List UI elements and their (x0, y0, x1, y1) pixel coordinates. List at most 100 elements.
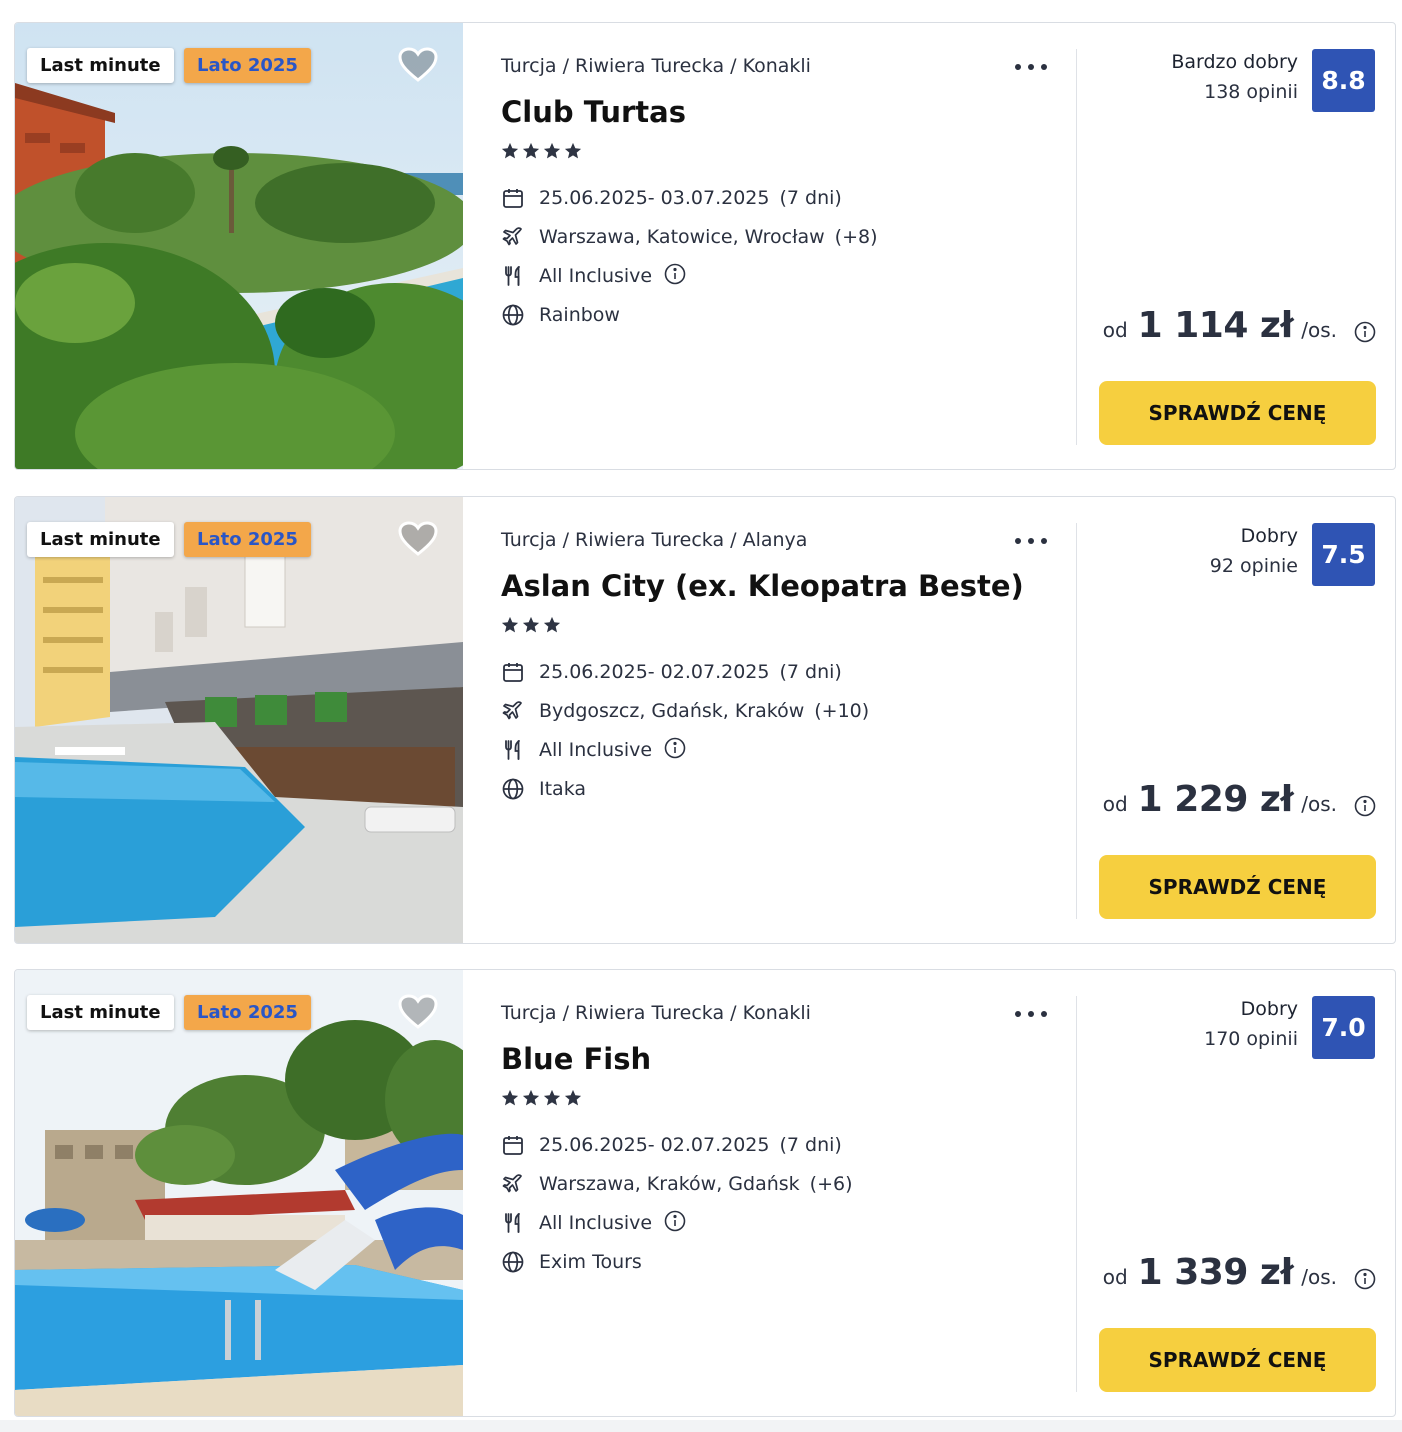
price: od 1 114 zł/os. (1103, 305, 1337, 349)
offer-card[interactable]: Last minute Lato 2025 Turcja / Riwiera T… (14, 22, 1396, 470)
hotel-photo[interactable] (15, 970, 463, 1416)
globe-icon (502, 1251, 524, 1273)
price-prefix: od (1102, 792, 1128, 816)
location-breadcrumb[interactable]: Turcja / Riwiera Turecka / Alanya (501, 529, 807, 551)
heart-icon[interactable] (398, 994, 438, 1030)
duration-text: (7 dni) (779, 661, 842, 683)
duration-text: (7 dni) (779, 187, 842, 209)
price-prefix: od (1102, 318, 1128, 342)
offer-info: Turcja / Riwiera Turecka / Alanya Aslan … (501, 497, 1061, 943)
rating-score-badge: 7.5 (1312, 523, 1375, 586)
airports-text: Bydgoszcz, Gdańsk, Kraków (539, 700, 805, 722)
star-rating (501, 1089, 585, 1107)
season-badge: Lato 2025 (184, 522, 311, 557)
review-count[interactable]: 138 opinii (1204, 81, 1298, 103)
info-icon[interactable] (1354, 795, 1376, 817)
duration-text: (7 dni) (779, 1134, 842, 1156)
board-text: All Inclusive (539, 1212, 653, 1234)
operator-text: Itaka (539, 778, 587, 800)
more-dots-icon[interactable] (1011, 53, 1051, 77)
plane-icon (502, 701, 522, 720)
airports-text: Warszawa, Katowice, Wrocław (539, 226, 825, 248)
airports-text: Warszawa, Kraków, Gdańsk (539, 1173, 800, 1195)
hotel-photo[interactable] (15, 23, 463, 469)
check-price-button[interactable]: SPRAWDŹ CENĘ (1099, 1328, 1376, 1392)
location-breadcrumb[interactable]: Turcja / Riwiera Turecka / Konakli (501, 55, 811, 77)
more-dots-icon[interactable] (1011, 1000, 1051, 1024)
info-icon[interactable] (664, 263, 686, 285)
more-dots-icon[interactable] (1011, 527, 1051, 551)
operator-text: Rainbow (539, 304, 620, 326)
star-icon (501, 616, 519, 633)
price-amount: 1 114 zł (1137, 305, 1294, 346)
calendar-icon (503, 1136, 523, 1155)
rating-score-badge: 8.8 (1312, 49, 1375, 112)
cutlery-icon (505, 1213, 520, 1233)
page-background-strip (0, 1420, 1402, 1432)
cutlery-icon (505, 740, 520, 760)
offer-info: Turcja / Riwiera Turecka / Konakli Club … (501, 23, 1061, 469)
info-icon[interactable] (664, 1210, 686, 1232)
hotel-name[interactable]: Club Turtas (501, 95, 686, 129)
dates-text: 25.06.2025- 03.07.2025 (539, 187, 770, 209)
star-icon (564, 142, 582, 159)
cutlery-icon (505, 266, 520, 286)
airports-more[interactable]: (+6) (810, 1173, 853, 1195)
last-minute-badge: Last minute (27, 522, 174, 557)
calendar-icon (503, 663, 523, 682)
last-minute-badge: Last minute (27, 995, 174, 1030)
divider (1076, 996, 1077, 1392)
star-icon (501, 142, 519, 159)
season-badge: Lato 2025 (184, 48, 311, 83)
heart-icon[interactable] (398, 47, 438, 83)
hotel-photo[interactable] (15, 497, 463, 943)
heart-icon[interactable] (398, 521, 438, 557)
operator-text: Exim Tours (539, 1251, 642, 1273)
plane-icon (502, 1174, 522, 1193)
check-price-button[interactable]: SPRAWDŹ CENĘ (1099, 855, 1376, 919)
offer-card[interactable]: Last minute Lato 2025 Turcja / Riwiera T… (14, 969, 1396, 1417)
airports-more[interactable]: (+10) (814, 700, 869, 722)
star-icon (564, 1089, 582, 1106)
board-text: All Inclusive (539, 265, 653, 287)
plane-icon (502, 227, 522, 246)
info-icon[interactable] (1354, 1268, 1376, 1290)
price-suffix: /os. (1301, 318, 1337, 342)
hotel-name[interactable]: Blue Fish (501, 1042, 651, 1076)
rating-label: Dobry (1240, 525, 1298, 547)
offer-info: Turcja / Riwiera Turecka / Konakli Blue … (501, 970, 1061, 1416)
globe-icon (502, 304, 524, 326)
star-icon (501, 1089, 519, 1106)
rating-label: Dobry (1240, 998, 1298, 1020)
divider (1076, 523, 1077, 919)
globe-icon (502, 778, 524, 800)
review-count[interactable]: 92 opinie (1210, 555, 1298, 577)
divider (1076, 49, 1077, 445)
star-rating (501, 142, 585, 160)
info-icon[interactable] (1354, 321, 1376, 343)
star-icon (522, 616, 540, 633)
location-breadcrumb[interactable]: Turcja / Riwiera Turecka / Konakli (501, 1002, 811, 1024)
season-badge: Lato 2025 (184, 995, 311, 1030)
star-icon (543, 142, 561, 159)
star-icon (543, 616, 561, 633)
star-icon (522, 142, 540, 159)
check-price-button[interactable]: SPRAWDŹ CENĘ (1099, 381, 1376, 445)
price-amount: 1 339 zł (1137, 1252, 1294, 1293)
rating-label: Bardzo dobry (1171, 51, 1298, 73)
price: od 1 229 zł/os. (1103, 779, 1337, 823)
price-suffix: /os. (1301, 792, 1337, 816)
board-text: All Inclusive (539, 739, 653, 761)
airports-more[interactable]: (+8) (835, 226, 878, 248)
review-count[interactable]: 170 opinii (1204, 1028, 1298, 1050)
rating-score-badge: 7.0 (1312, 996, 1375, 1059)
dates-text: 25.06.2025- 02.07.2025 (539, 661, 770, 683)
price-prefix: od (1102, 1265, 1128, 1289)
price: od 1 339 zł/os. (1103, 1252, 1337, 1296)
info-icon[interactable] (664, 737, 686, 759)
offer-card[interactable]: Last minute Lato 2025 Turcja / Riwiera T… (14, 496, 1396, 944)
star-icon (522, 1089, 540, 1106)
star-icon (543, 1089, 561, 1106)
hotel-name[interactable]: Aslan City (ex. Kleopatra Beste) (501, 569, 1024, 603)
price-amount: 1 229 zł (1137, 779, 1294, 820)
